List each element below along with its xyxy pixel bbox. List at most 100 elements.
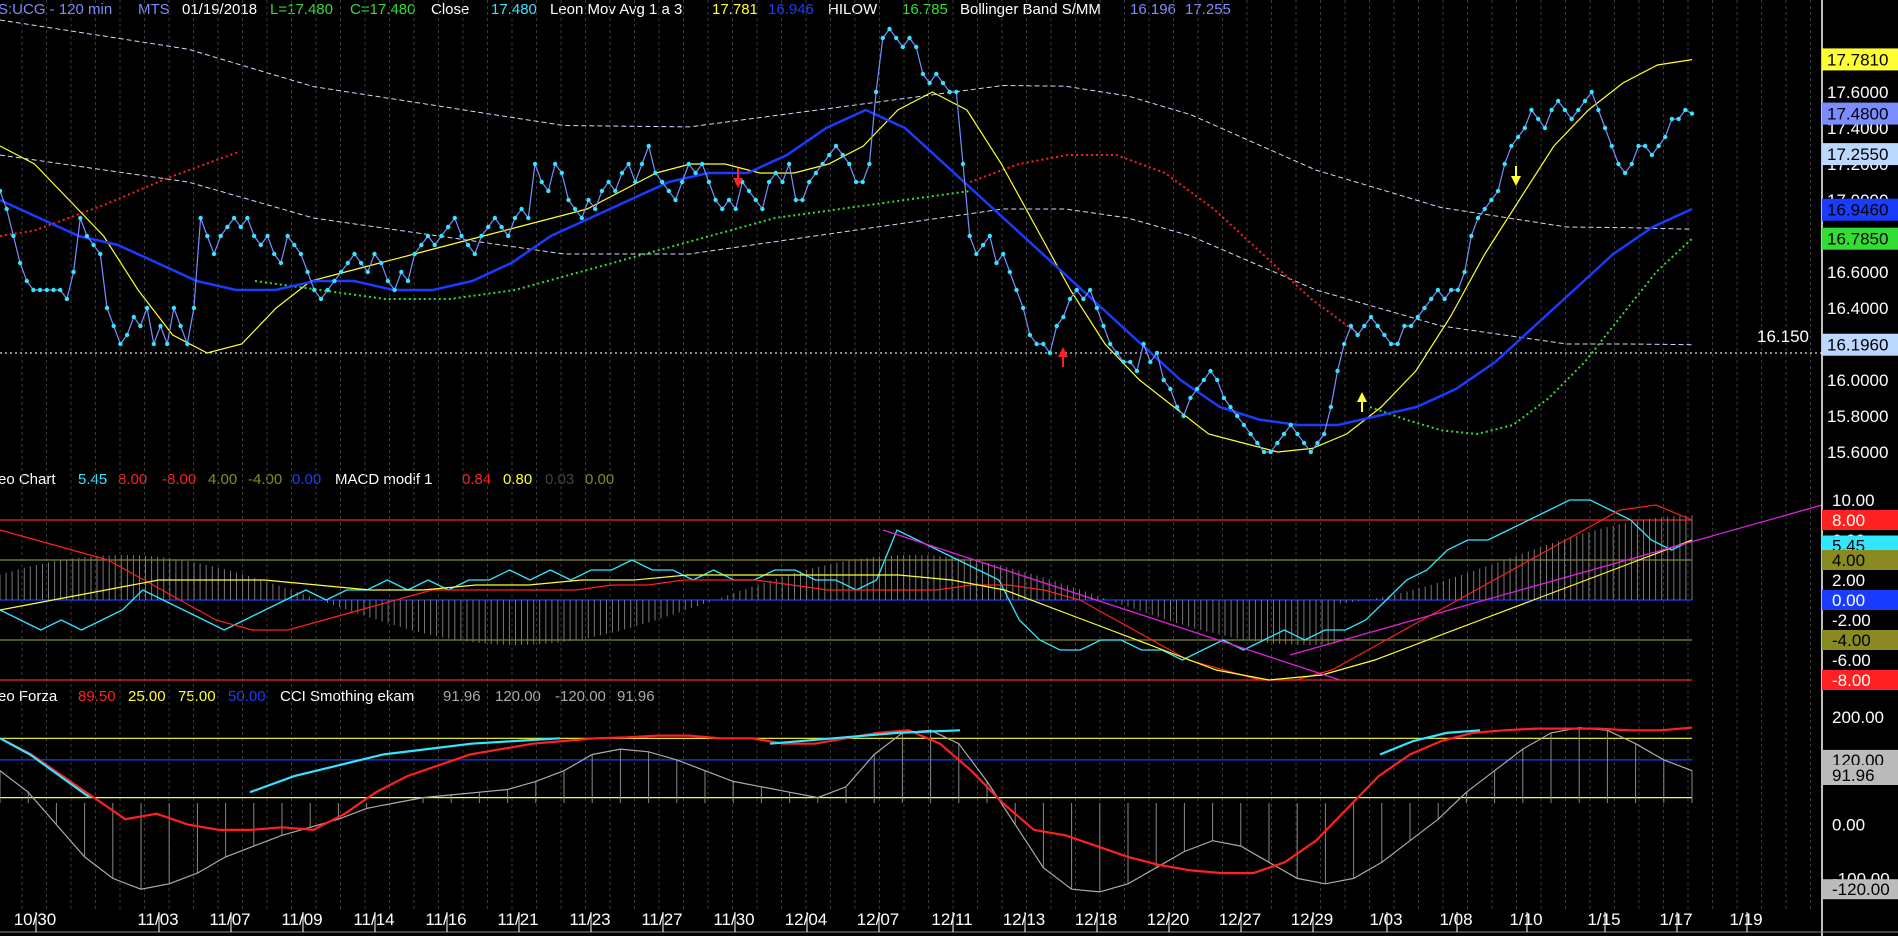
close-point xyxy=(58,287,63,293)
close-point xyxy=(1415,314,1421,320)
close-point xyxy=(1174,404,1180,410)
x-tick-label: 12/18 xyxy=(1075,910,1118,929)
close-point xyxy=(606,179,611,185)
y-tick-label: 2.00 xyxy=(1832,571,1865,590)
close-point xyxy=(245,215,250,221)
close-point xyxy=(1549,107,1554,113)
close-point xyxy=(1636,143,1641,149)
close-point xyxy=(1094,305,1100,311)
panel2-v3: -8.00 xyxy=(162,471,196,488)
macd-tag-label: 4.00 xyxy=(1832,551,1865,570)
close-point xyxy=(1683,107,1688,113)
macd-m2: 0.80 xyxy=(503,471,532,488)
close-point xyxy=(1576,107,1581,113)
close-point xyxy=(987,233,992,239)
hilow-red-b xyxy=(969,154,1361,336)
close-point xyxy=(1188,395,1193,401)
close-point xyxy=(1315,440,1320,446)
close-point xyxy=(144,305,150,311)
close-point xyxy=(385,278,391,284)
close-point xyxy=(372,251,377,257)
close-point xyxy=(432,242,437,248)
close-point xyxy=(686,161,691,167)
x-tick-label: 10/30 xyxy=(14,910,57,929)
close-point xyxy=(793,197,798,203)
close-point xyxy=(1402,323,1407,329)
close-point xyxy=(131,314,136,320)
cci-cyan-c xyxy=(769,729,961,745)
close-point xyxy=(118,341,123,347)
close-point xyxy=(1215,377,1220,383)
close-point xyxy=(1596,107,1601,113)
down-arrow-icon xyxy=(1511,176,1521,186)
date-label: 01/19/2018 xyxy=(182,1,257,18)
close-point xyxy=(666,188,671,194)
x-tick-label: 1/17 xyxy=(1659,910,1692,929)
close-inline: C=17.480 xyxy=(350,1,415,18)
price-tag-label: 16.7850 xyxy=(1827,230,1888,249)
close-point xyxy=(1388,341,1394,347)
close-point xyxy=(1475,215,1481,221)
close-point xyxy=(1087,287,1093,293)
close-point xyxy=(445,224,451,230)
close-point xyxy=(1281,431,1287,437)
close-point xyxy=(1676,116,1681,122)
close-point xyxy=(1288,422,1293,428)
close-point xyxy=(51,287,56,293)
close-point xyxy=(887,26,892,32)
close-point xyxy=(325,287,330,293)
close-point xyxy=(1034,341,1039,347)
close-point xyxy=(1041,341,1046,347)
close-point xyxy=(1121,359,1126,365)
close-point xyxy=(318,296,324,302)
x-tick-label: 1/08 xyxy=(1439,910,1472,929)
price-panel xyxy=(0,19,1822,455)
close-point xyxy=(44,287,49,293)
close-point xyxy=(1515,134,1521,140)
close-point xyxy=(37,287,43,293)
close-point xyxy=(1482,206,1487,212)
boll-v1: 16.196 xyxy=(1130,1,1176,18)
panel2-v6: 0.00 xyxy=(292,471,321,488)
close-point xyxy=(1589,89,1594,95)
close-point xyxy=(1168,386,1173,392)
close-point xyxy=(860,179,865,185)
close-point xyxy=(1429,296,1434,302)
close-point xyxy=(639,161,645,167)
x-tick-label: 11/07 xyxy=(209,910,250,929)
close-point xyxy=(532,161,538,167)
close-point xyxy=(272,251,277,257)
close-point xyxy=(1462,269,1467,275)
close-point xyxy=(1449,287,1454,293)
close-point xyxy=(820,161,825,167)
close-point xyxy=(1201,377,1207,383)
close-point xyxy=(833,143,839,149)
close-point xyxy=(71,269,76,275)
close-point xyxy=(1542,125,1548,131)
close-point xyxy=(1054,323,1059,329)
close-point xyxy=(680,179,685,185)
x-tick-label: 12/11 xyxy=(931,910,972,929)
forza-tag-label: -120.00 xyxy=(1832,880,1890,899)
macd-yellow-line xyxy=(0,539,1693,681)
close-point xyxy=(4,206,9,212)
close-point xyxy=(1622,170,1628,176)
macd-name: MACD modif 1 xyxy=(335,471,433,488)
boll-name: Bollinger Band S/MM xyxy=(960,1,1101,18)
close-point xyxy=(151,341,156,347)
close-point xyxy=(1014,287,1019,293)
close-point xyxy=(358,260,364,266)
close-point xyxy=(1569,116,1574,122)
close-point xyxy=(1255,440,1260,446)
close-point xyxy=(1582,98,1588,104)
macd-tag-label: 8.00 xyxy=(1832,511,1865,530)
close-point xyxy=(947,89,952,95)
close-point xyxy=(1663,134,1668,140)
close-point xyxy=(659,179,665,185)
x-tick-label: 11/23 xyxy=(569,910,610,929)
close-point xyxy=(599,188,605,194)
close-point xyxy=(425,233,431,239)
forza-legend: eo Forza 89.50 25.00 75.00 50.00 CCI Smo… xyxy=(0,688,655,705)
cci-c4: 91.96 xyxy=(617,688,655,705)
close-point xyxy=(486,224,491,230)
